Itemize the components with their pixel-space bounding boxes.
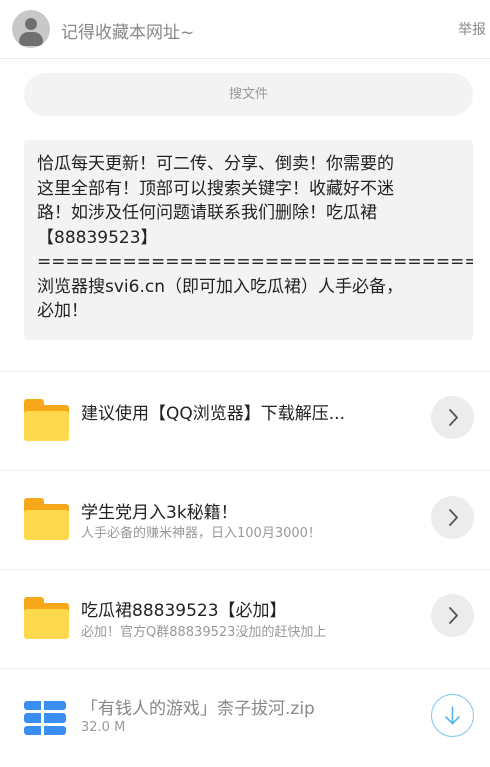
chevron-right-icon[interactable]: [431, 396, 474, 439]
chevron-right-icon[interactable]: [431, 594, 474, 637]
item-subtitle: 人手必备的赚米神器，日入100月3000！: [81, 526, 321, 541]
avatar-body: [19, 32, 43, 46]
list-item[interactable]: 吃瓜裙88839523【必加】 必加！官方Q群88839523没加的赶快加上: [0, 570, 490, 668]
header-title: 记得收藏本网址~: [61, 23, 195, 43]
search-input[interactable]: 搜文件: [24, 73, 473, 116]
notice-text: 恰瓜每天更新！可二传、分享、倒卖！你需要的 这里全部有！顶部可以搜索关键字！收藏…: [37, 154, 473, 321]
avatar-head: [25, 18, 37, 30]
folder-icon: [24, 597, 69, 639]
zip-file-icon: [24, 701, 66, 735]
file-name: 「有钱人的游戏」柰子拔河.zip: [81, 699, 315, 719]
list-item[interactable]: 建议使用【QQ浏览器】下载解压...: [0, 372, 490, 470]
notice-bubble: 恰瓜每天更新！可二传、分享、倒卖！你需要的 这里全部有！顶部可以搜索关键字！收藏…: [24, 140, 473, 340]
avatar[interactable]: [12, 10, 50, 48]
top-bar: 记得收藏本网址~ 举报: [0, 0, 490, 59]
file-item[interactable]: 「有钱人的游戏」柰子拔河.zip 32.0 M: [0, 669, 490, 767]
folder-icon: [24, 498, 69, 540]
chevron-right-icon[interactable]: [431, 496, 474, 539]
item-title: 学生党月入3k秘籍！: [81, 503, 238, 523]
folder-icon: [24, 399, 69, 441]
report-link[interactable]: 举报: [458, 19, 486, 39]
list-item[interactable]: 学生党月入3k秘籍！ 人手必备的赚米神器，日入100月3000！: [0, 471, 490, 569]
item-subtitle: 必加！官方Q群88839523没加的赶快加上: [81, 625, 327, 640]
file-size: 32.0 M: [81, 720, 126, 735]
item-title: 建议使用【QQ浏览器】下载解压...: [81, 404, 345, 424]
download-icon[interactable]: [431, 694, 474, 737]
item-title: 吃瓜裙88839523【必加】: [81, 601, 287, 621]
